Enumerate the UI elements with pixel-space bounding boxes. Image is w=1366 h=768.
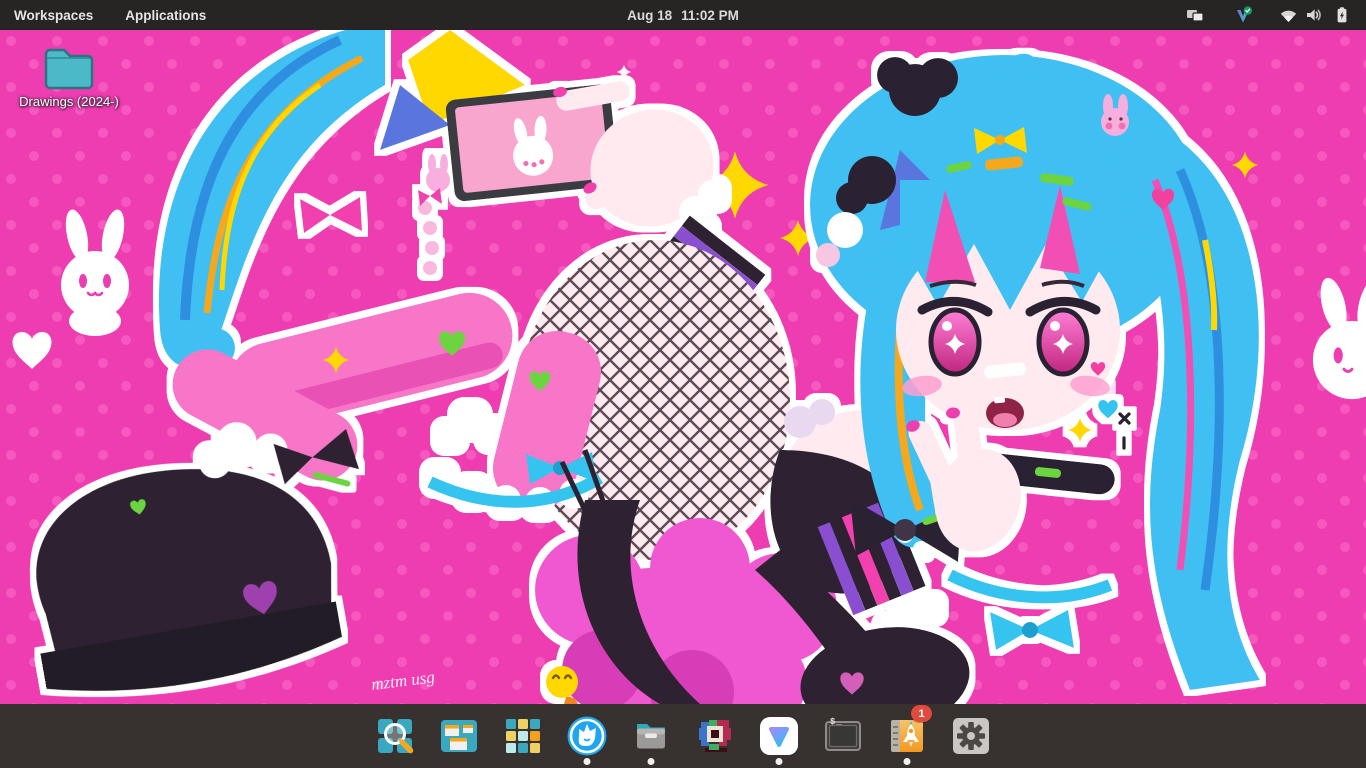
dock-item-pixel-art-app[interactable] bbox=[683, 704, 747, 768]
dock-item-app-finder[interactable] bbox=[363, 704, 427, 768]
clock[interactable]: Aug 18 11:02 PM bbox=[627, 0, 739, 30]
pixel-donut-icon bbox=[695, 716, 735, 756]
dock-item-vesktop[interactable] bbox=[747, 704, 811, 768]
dock-item-librewolf[interactable] bbox=[555, 704, 619, 768]
app-finder-magnifier-icon bbox=[375, 716, 415, 756]
system-tray bbox=[1186, 0, 1366, 30]
volume-icon[interactable] bbox=[1305, 0, 1323, 30]
clock-time: 11:02 PM bbox=[681, 8, 739, 23]
vpn-tray-icon[interactable] bbox=[1234, 0, 1253, 30]
file-manager-folder-icon bbox=[631, 716, 671, 756]
running-indicator bbox=[776, 758, 783, 765]
desktop-folder-label: Drawings (2024-) bbox=[19, 95, 119, 109]
dock-item-workspaces-tool[interactable] bbox=[427, 704, 491, 768]
app-grid-icon bbox=[503, 716, 543, 756]
panel-menus: Workspaces Applications bbox=[0, 0, 222, 30]
terminal-prompt-glyph: $_ bbox=[830, 717, 843, 727]
folder-icon bbox=[40, 44, 98, 92]
clock-date: Aug 18 bbox=[627, 8, 672, 23]
dock: $_ 1 bbox=[0, 704, 1366, 768]
workspaces-menu[interactable]: Workspaces bbox=[0, 0, 109, 30]
running-indicator bbox=[648, 758, 655, 765]
settings-gear-icon bbox=[951, 716, 991, 756]
dock-item-terminal[interactable]: $_ bbox=[811, 704, 875, 768]
top-panel: Workspaces Applications Aug 18 11:02 PM bbox=[0, 0, 1366, 30]
wallpaper: mztm usg bbox=[0, 30, 1366, 704]
dock-item-app-grid[interactable] bbox=[491, 704, 555, 768]
librewolf-browser-icon bbox=[566, 715, 608, 757]
rocket-launcher-icon bbox=[887, 716, 927, 756]
dock-item-file-manager[interactable] bbox=[619, 704, 683, 768]
desktop: mztm usg Drawings (2024-) bbox=[0, 30, 1366, 704]
terminal-icon bbox=[823, 716, 863, 756]
dock-items: $_ 1 bbox=[363, 704, 1003, 768]
running-indicator bbox=[904, 758, 911, 765]
dock-item-settings[interactable] bbox=[939, 704, 1003, 768]
wifi-icon[interactable] bbox=[1279, 0, 1298, 30]
applications-menu[interactable]: Applications bbox=[109, 0, 222, 30]
display-windows-icon[interactable] bbox=[1186, 0, 1205, 30]
vesktop-v-icon bbox=[758, 715, 800, 757]
windows-layout-icon bbox=[439, 716, 479, 756]
notification-badge: 1 bbox=[911, 705, 932, 722]
desktop-folder-drawings[interactable]: Drawings (2024-) bbox=[10, 44, 128, 109]
running-indicator bbox=[584, 758, 591, 765]
dock-item-app-launcher[interactable]: 1 bbox=[875, 704, 939, 768]
battery-charging-icon[interactable] bbox=[1334, 0, 1350, 30]
